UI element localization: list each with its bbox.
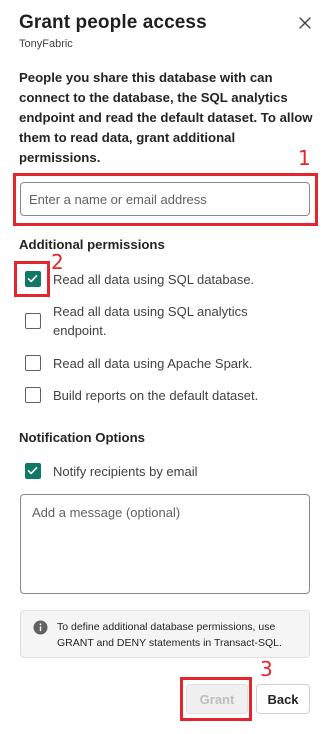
checkbox-build-reports[interactable] — [25, 387, 41, 403]
checkbox-read-sql-endpoint[interactable] — [25, 313, 41, 329]
dialog-subtitle: TonyFabric — [19, 38, 73, 50]
checkbox-notify-email[interactable] — [25, 463, 41, 479]
permissions-heading: Additional permissions — [19, 237, 165, 252]
annotation-1: 1 — [298, 146, 311, 170]
checkbox-read-sql-database[interactable] — [25, 271, 41, 287]
info-icon — [33, 620, 48, 635]
label-read-sql-endpoint: Read all data using SQL analytics endpoi… — [53, 304, 248, 338]
people-search-input[interactable]: Enter a name or email address — [20, 182, 310, 216]
message-textarea[interactable]: Add a message (optional) — [20, 494, 310, 594]
label-read-apache-spark: Read all data using Apache Spark. — [53, 356, 253, 371]
close-icon[interactable] — [296, 14, 314, 32]
label-read-sql-database: Read all data using SQL database. — [53, 272, 255, 287]
notification-heading: Notification Options — [19, 430, 146, 445]
info-text: To define additional database permission… — [57, 621, 282, 649]
dialog-description: People you share this database with can … — [19, 70, 313, 165]
label-build-reports: Build reports on the default dataset. — [53, 388, 259, 403]
checkbox-read-apache-spark[interactable] — [25, 355, 41, 371]
dialog-title: Grant people access — [19, 12, 207, 33]
back-button[interactable]: Back — [256, 684, 310, 714]
grant-button[interactable]: Grant — [186, 684, 248, 714]
annotation-3: 3 — [260, 657, 273, 681]
label-notify-email: Notify recipients by email — [53, 464, 198, 479]
